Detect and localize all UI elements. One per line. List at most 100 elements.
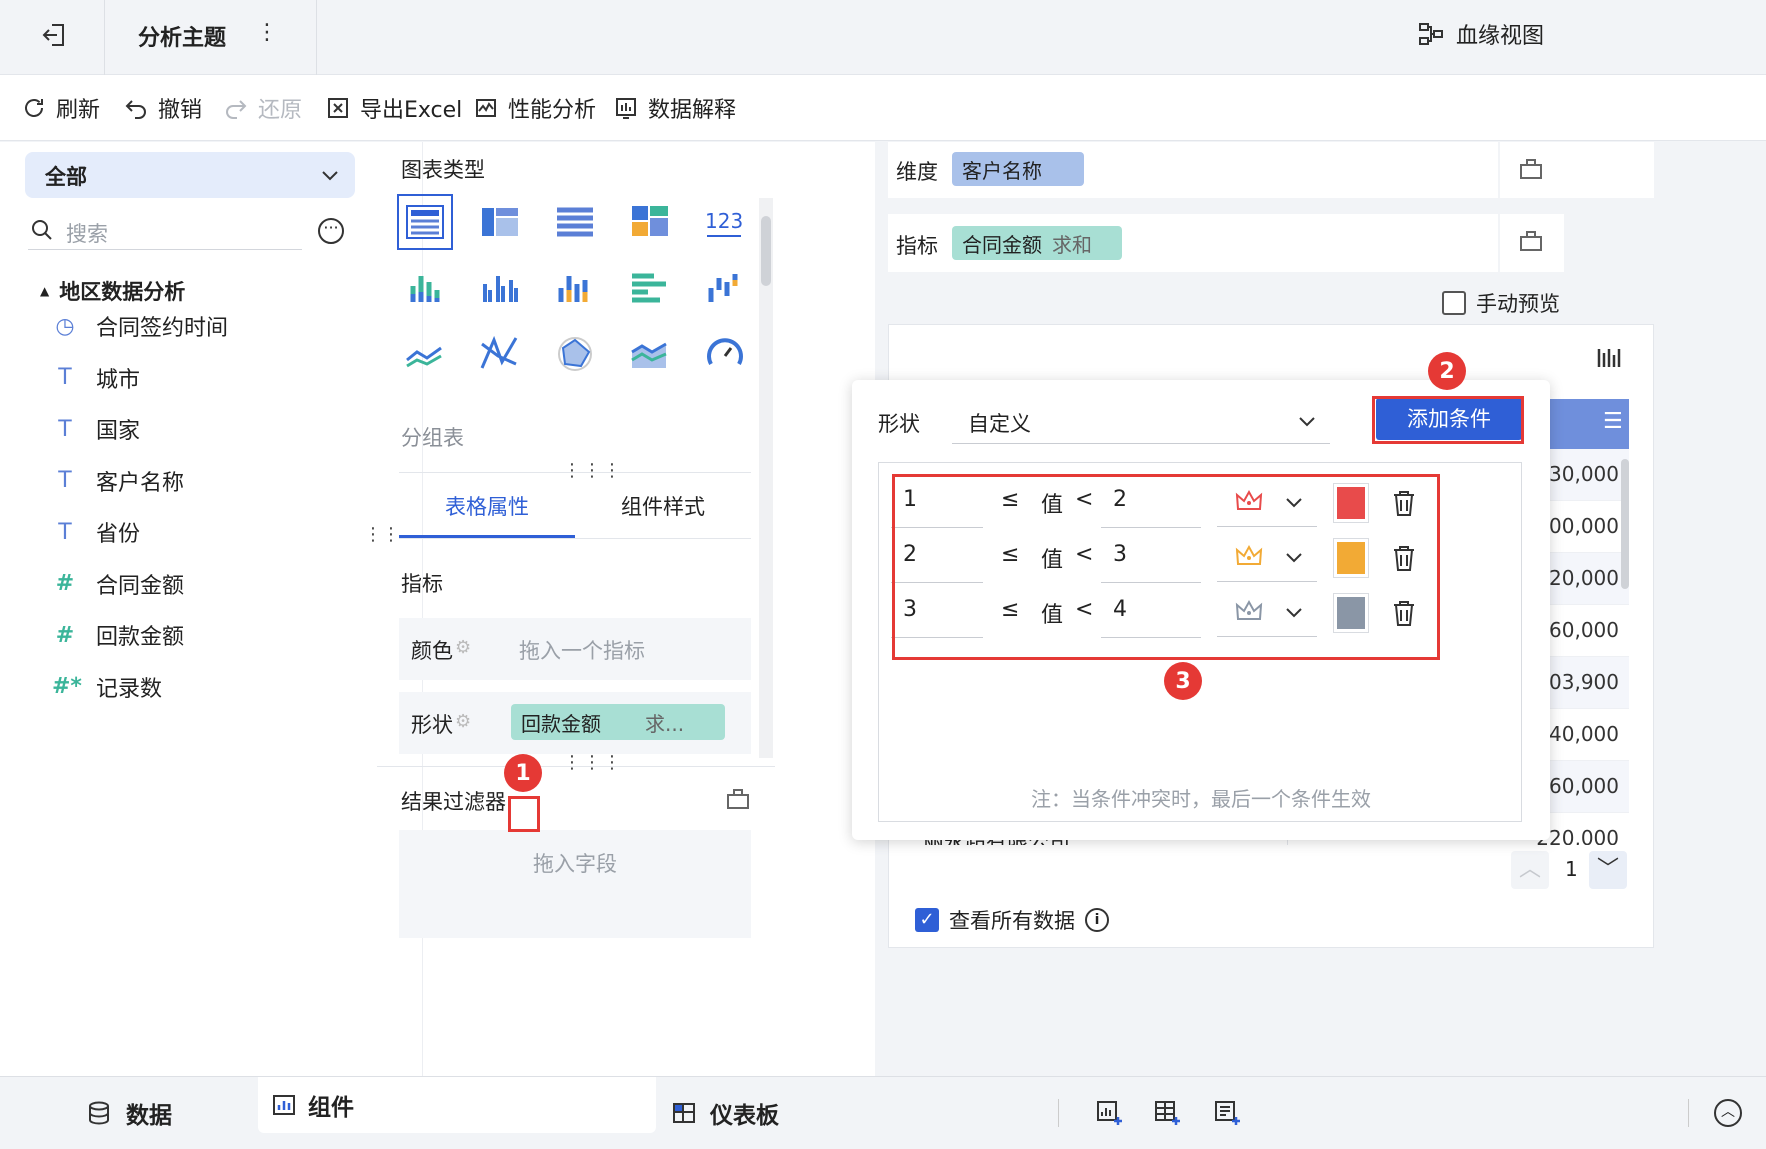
page-down-button[interactable]: ﹀ — [1589, 851, 1627, 889]
refresh-label: 刷新 — [56, 98, 101, 123]
chart-type-scrollbar[interactable] — [759, 198, 773, 758]
refresh-button[interactable]: 刷新 — [22, 75, 100, 141]
kpi-number-icon[interactable]: 123 — [697, 194, 753, 250]
shape-field-pill[interactable]: 回款金额 求... — [511, 704, 725, 740]
redo-label: 还原 — [258, 98, 303, 123]
performance-icon — [476, 99, 496, 117]
step-badge-3: 3 — [1164, 662, 1202, 700]
view-all-data-toggle[interactable]: ✓ 查看所有数据 i — [915, 905, 1109, 935]
field-item[interactable]: T 省份 — [52, 512, 140, 552]
area-chart-icon[interactable] — [622, 326, 678, 382]
table-scrollbar[interactable] — [1621, 459, 1629, 589]
panel-resize-handle-icon[interactable]: ⋮⋮ — [364, 524, 400, 545]
tab-component-style[interactable]: 组件样式 — [575, 482, 751, 538]
popup-shape-label: 形状 — [878, 412, 920, 436]
bottom-bar: 数据 组件 仪表板 ︿ — [0, 1076, 1766, 1148]
bar-chart-icon[interactable] — [622, 260, 678, 316]
folder-toggle[interactable]: ▲ 地区数据分析 — [40, 276, 185, 306]
shape-label: 形状 — [411, 713, 453, 737]
chevron-down-icon — [322, 171, 338, 181]
field-item[interactable]: # 合同金额 — [52, 564, 184, 604]
export-excel-button[interactable]: 导出Excel — [326, 75, 462, 141]
toolbar: 刷新 撤销 还原 导出Excel 性能分析 数据解释 — [0, 75, 1766, 141]
gear-icon[interactable]: ⚙ — [455, 637, 471, 658]
field-item[interactable]: T 城市 — [52, 358, 140, 398]
shape-field-name: 回款金额 — [521, 712, 601, 736]
add-chart-icon[interactable] — [1096, 1099, 1124, 1127]
collapse-up-icon[interactable]: ︿ — [1714, 1099, 1742, 1127]
more-options-icon[interactable]: ··· — [318, 218, 344, 244]
refresh-icon — [25, 99, 43, 117]
column-chart-icon[interactable] — [547, 260, 603, 316]
filter-drop-zone[interactable]: 拖入字段 — [399, 830, 751, 938]
dimension-field-pill[interactable]: 客户名称 — [952, 152, 1084, 186]
field-item[interactable]: # 回款金额 — [52, 615, 184, 655]
shape-drop-zone[interactable]: 形状 ⚙ 回款金额 求... — [399, 692, 751, 754]
grouped-column-icon[interactable] — [472, 260, 528, 316]
drag-handle-icon[interactable]: ⋮⋮⋮ — [563, 460, 623, 481]
sort-icon[interactable]: ☰ — [1603, 409, 1623, 434]
lineage-view-button[interactable]: 血缘视图 — [1418, 18, 1544, 50]
undo-button[interactable]: 撤销 — [124, 75, 202, 141]
manual-preview-checkbox[interactable] — [1442, 291, 1466, 315]
color-drop-zone[interactable]: 颜色 ⚙ 拖入一个指标 — [399, 618, 751, 680]
tab-data[interactable]: 数据 — [86, 1077, 172, 1149]
highlight-add-condition — [1372, 396, 1524, 444]
filter-settings-icon[interactable] — [725, 786, 751, 812]
metric-field-name: 合同金额 — [962, 233, 1042, 257]
metric-settings[interactable] — [1498, 214, 1564, 272]
stacked-column-icon[interactable] — [397, 260, 453, 316]
back-icon[interactable] — [40, 20, 70, 50]
search-box[interactable]: 搜索 — [28, 214, 302, 250]
info-icon[interactable]: i — [1085, 908, 1109, 932]
shape-settings-gear-icon[interactable]: ⚙ — [455, 711, 471, 732]
treemap-icon[interactable] — [622, 194, 678, 250]
shape-mode-select[interactable]: 自定义 — [952, 398, 1330, 444]
field-item[interactable]: #* 记录数 — [52, 667, 162, 707]
tab-table-properties[interactable]: 表格属性 — [399, 482, 575, 538]
page-up-button[interactable]: ︿ — [1511, 851, 1549, 889]
detail-table-icon[interactable] — [547, 194, 603, 250]
manual-preview-toggle[interactable]: 手动预览 — [1442, 288, 1560, 318]
result-filter-title: 结果过滤器 — [401, 790, 506, 814]
data-explain-button[interactable]: 数据解释 — [614, 75, 736, 141]
chart-settings-icon[interactable] — [1595, 345, 1621, 371]
view-all-checkbox[interactable]: ✓ — [915, 908, 939, 932]
gauge-chart-icon[interactable] — [697, 326, 753, 382]
cross-table-icon[interactable] — [472, 194, 528, 250]
redo-icon — [226, 100, 247, 119]
multi-line-icon[interactable] — [472, 326, 528, 382]
performance-analysis-button[interactable]: 性能分析 — [474, 75, 596, 141]
tab-component[interactable]: 组件 — [258, 1077, 656, 1133]
settings-box-icon — [1520, 231, 1542, 251]
field-item[interactable]: T 国家 — [52, 409, 140, 449]
add-text-icon[interactable] — [1214, 1099, 1242, 1127]
data-field-panel: 全部 搜索 ··· ▲ 地区数据分析 ◷ 合同签约时间 T 城市 T 国家 T 客户名称 T 省份… — [0, 142, 422, 1076]
amount-cell: 30,000 — [1549, 462, 1619, 486]
radar-chart-icon[interactable] — [547, 326, 603, 382]
data-explain-icon — [616, 98, 636, 119]
lineage-label: 血缘视图 — [1456, 24, 1545, 49]
dimension-field-name: 客户名称 — [962, 159, 1042, 183]
search-icon — [32, 220, 52, 240]
waterfall-icon[interactable] — [697, 260, 753, 316]
scope-select[interactable]: 全部 — [25, 152, 355, 198]
shape-mode-value: 自定义 — [968, 412, 1031, 436]
metric-field-pill[interactable]: 合同金额 求和 — [952, 226, 1122, 260]
redo-button[interactable]: 还原 — [224, 75, 302, 141]
table-chart-icon[interactable] — [397, 194, 453, 250]
folder-label: 地区数据分析 — [59, 280, 186, 304]
tab-dashboard[interactable]: 仪表板 — [672, 1077, 779, 1149]
add-table-icon[interactable] — [1154, 1099, 1182, 1127]
text-type-icon: T — [58, 365, 72, 390]
drag-handle-icon[interactable]: ⋮⋮⋮ — [563, 752, 623, 773]
text-type-icon: T — [58, 416, 72, 442]
more-menu-icon[interactable]: ⋮ — [256, 20, 278, 45]
field-item[interactable]: ◷ 合同签约时间 — [52, 306, 228, 346]
dimension-settings[interactable] — [1498, 142, 1564, 198]
field-item[interactable]: T 客户名称 — [52, 461, 184, 501]
excel-icon — [328, 98, 348, 118]
line-chart-icon[interactable] — [397, 326, 453, 382]
field-label: 省份 — [96, 522, 141, 547]
field-label: 记录数 — [96, 676, 163, 702]
